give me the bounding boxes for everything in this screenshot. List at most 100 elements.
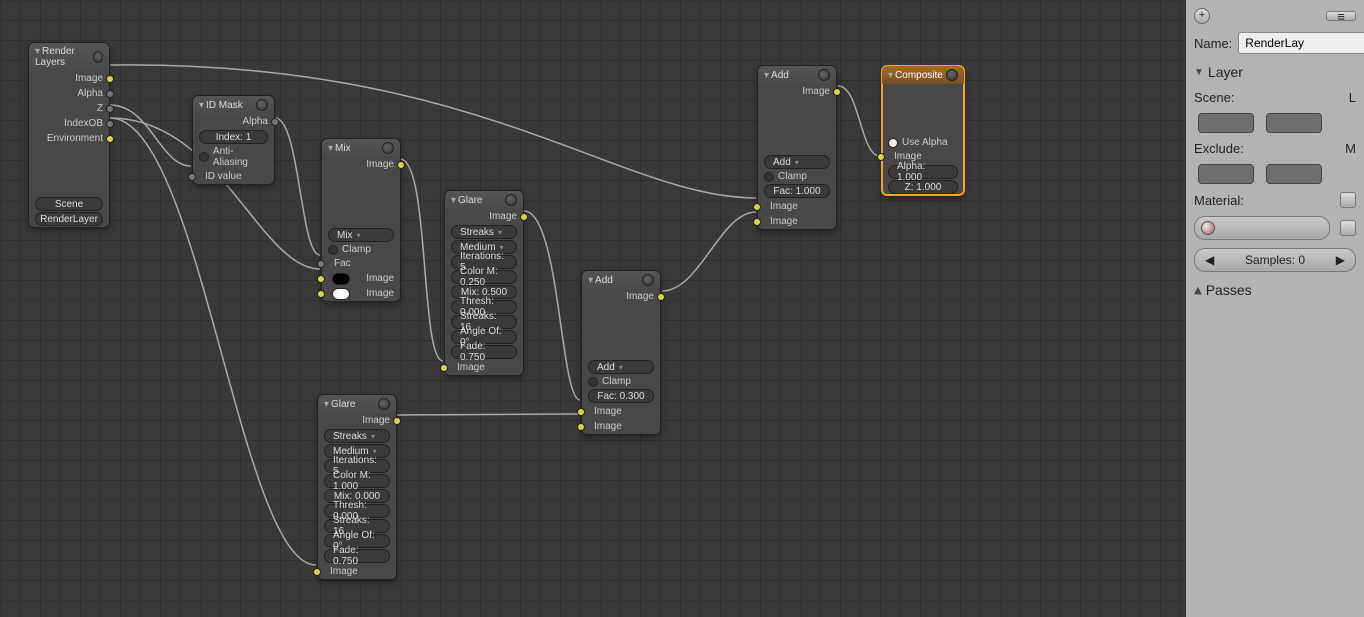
socket-image-out[interactable] [393, 417, 401, 425]
preview-dot-icon[interactable] [505, 194, 517, 206]
preview-dot-icon[interactable] [946, 69, 958, 81]
material-check[interactable] [1340, 192, 1356, 208]
exclude-layer-grid-2[interactable] [1266, 164, 1322, 184]
socket-label: Image [75, 73, 103, 84]
socket-label: Image [770, 216, 798, 227]
index-field[interactable]: Index: 1 [199, 130, 268, 144]
node-header[interactable]: ▾Composite [882, 66, 964, 84]
layer-section-header[interactable]: ▼Layer [1186, 58, 1364, 86]
preview-dot-icon[interactable] [818, 69, 830, 81]
socket-image-out[interactable] [657, 293, 665, 301]
socket-alpha-out[interactable] [271, 118, 279, 126]
colorm-field[interactable]: Color M: 1.000 [324, 474, 390, 488]
clamp-check[interactable]: Clamp [758, 170, 836, 183]
preview-dot-icon[interactable] [378, 398, 390, 410]
passes-section-header[interactable]: ▶Passes [1186, 276, 1364, 304]
socket-image-out[interactable] [833, 88, 841, 96]
socket-label: ID value [205, 171, 242, 182]
node-title: Render Layers [35, 46, 75, 68]
node-header[interactable]: ▾Glare [318, 395, 396, 413]
material-check-2[interactable] [1340, 220, 1356, 236]
socket-indexob[interactable] [106, 120, 114, 128]
properties-panel[interactable]: + ≡ Name: ▼Layer Scene:L Exclude:M Mater… [1185, 0, 1364, 617]
panel-grip-icon[interactable]: ≡ [1326, 11, 1356, 21]
socket-image-in[interactable] [313, 568, 321, 576]
socket-label: Image [594, 421, 622, 432]
node-title: Composite [895, 70, 943, 81]
renderlayer-selector[interactable]: RenderLayer [35, 212, 103, 226]
node-glare-1[interactable]: ▾Glare Image Streaks Medium Iterations: … [444, 190, 524, 376]
samples-value: Samples: 0 [1245, 249, 1305, 271]
socket-label: Image [802, 86, 830, 97]
socket-alpha[interactable] [106, 90, 114, 98]
add-mode-dropdown[interactable]: Add [588, 360, 654, 374]
preview-dot-icon[interactable] [256, 99, 268, 111]
anti-aliasing-check[interactable]: Anti-Aliasing [193, 145, 274, 169]
add-button-icon[interactable]: + [1194, 8, 1210, 24]
socket-idvalue[interactable] [188, 173, 196, 181]
socket-image-out[interactable] [397, 161, 405, 169]
node-add-1[interactable]: ▾Add Image Add Clamp Fac: 0.300 Image Im… [581, 270, 661, 435]
socket-image-in-1[interactable] [317, 275, 325, 283]
material-label: Material: [1194, 193, 1244, 208]
socket-label: Image [489, 211, 517, 222]
preview-dot-icon[interactable] [382, 142, 394, 154]
socket-label: Image [457, 362, 485, 373]
fade-field[interactable]: Fade: 0.750 [324, 549, 390, 563]
alpha-field[interactable]: Alpha: 1.000 [888, 165, 958, 179]
node-header[interactable]: ▾ID Mask [193, 96, 274, 114]
socket-environment[interactable] [106, 135, 114, 143]
preview-dot-icon[interactable] [642, 274, 654, 286]
socket-label: Image [594, 406, 622, 417]
fac-field[interactable]: Fac: 0.300 [588, 389, 654, 403]
colorm-field[interactable]: Color M: 0.250 [451, 270, 517, 284]
socket-image-in[interactable] [877, 153, 885, 161]
name-input[interactable] [1238, 32, 1364, 54]
scene-layer-grid-2[interactable] [1266, 113, 1322, 133]
node-header[interactable]: ▾Mix [322, 139, 400, 157]
use-alpha-check[interactable]: Use Alpha [882, 136, 964, 149]
socket-image-in-2[interactable] [317, 290, 325, 298]
socket-image-in[interactable] [440, 364, 448, 372]
glare-type-dropdown[interactable]: Streaks [451, 225, 517, 239]
node-render-layers[interactable]: ▾Render Layers Image Alpha Z IndexOB Env… [28, 42, 110, 228]
samples-field[interactable]: ◀ Samples: 0 ▶ [1194, 248, 1356, 272]
clamp-check[interactable]: Clamp [582, 375, 660, 388]
panel-toprow: + ≡ [1186, 4, 1364, 28]
socket-z[interactable] [106, 105, 114, 113]
node-title: Mix [335, 143, 351, 154]
node-header[interactable]: ▾Add [582, 271, 660, 289]
node-title: Add [771, 70, 789, 81]
socket-image-in-1[interactable] [753, 203, 761, 211]
node-add-2[interactable]: ▾Add Image Add Clamp Fac: 1.000 Image Im… [757, 65, 837, 230]
socket-label: Image [366, 159, 394, 170]
node-composite[interactable]: ▾Composite Use Alpha Image Alpha: 1.000 … [881, 65, 965, 196]
clamp-check[interactable]: Clamp [322, 243, 400, 256]
socket-image-in-2[interactable] [753, 218, 761, 226]
node-title: Glare [458, 195, 482, 206]
add-mode-dropdown[interactable]: Add [764, 155, 830, 169]
socket-image-in-2[interactable] [577, 423, 585, 431]
glare-type-dropdown[interactable]: Streaks [324, 429, 390, 443]
node-header[interactable]: ▾Render Layers [29, 43, 109, 71]
node-glare-2[interactable]: ▾Glare Image Streaks Medium Iterations: … [317, 394, 397, 580]
scene-selector[interactable]: Scene [35, 197, 103, 211]
socket-label: Image [366, 273, 394, 284]
node-id-mask[interactable]: ▾ID Mask Alpha Index: 1 Anti-Aliasing ID… [192, 95, 275, 185]
node-header[interactable]: ▾Glare [445, 191, 523, 209]
node-header[interactable]: ▾Add [758, 66, 836, 84]
socket-image-in-1[interactable] [577, 408, 585, 416]
socket-image[interactable] [106, 75, 114, 83]
scene-layer-grid-1[interactable] [1198, 113, 1254, 133]
exclude-layer-grid-1[interactable] [1198, 164, 1254, 184]
fade-field[interactable]: Fade: 0.750 [451, 345, 517, 359]
node-mix[interactable]: ▾Mix Image Mix Clamp Fac Image Image [321, 138, 401, 302]
material-override-selector[interactable] [1194, 216, 1330, 240]
socket-label: Image [366, 288, 394, 299]
preview-dot-icon[interactable] [93, 51, 103, 63]
mix-mode-dropdown[interactable]: Mix [328, 228, 394, 242]
fac-field[interactable]: Fac: 1.000 [764, 184, 830, 198]
socket-image-out[interactable] [520, 213, 528, 221]
compositor-node-area[interactable]: ▾Render Layers Image Alpha Z IndexOB Env… [0, 0, 1185, 617]
socket-fac[interactable] [317, 260, 325, 268]
